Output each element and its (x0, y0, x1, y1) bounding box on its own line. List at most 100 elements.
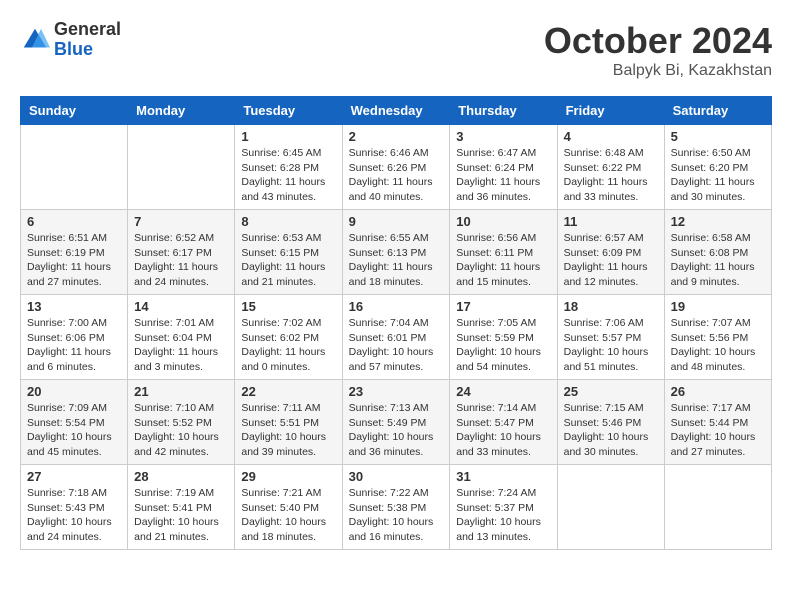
day-number: 17 (456, 299, 550, 314)
day-info: Sunrise: 7:06 AMSunset: 5:57 PMDaylight:… (564, 317, 649, 373)
calendar-week-row: 20 Sunrise: 7:09 AMSunset: 5:54 PMDaylig… (21, 380, 772, 465)
calendar-cell: 20 Sunrise: 7:09 AMSunset: 5:54 PMDaylig… (21, 380, 128, 465)
calendar-cell: 4 Sunrise: 6:48 AMSunset: 6:22 PMDayligh… (557, 125, 664, 210)
day-info: Sunrise: 6:48 AMSunset: 6:22 PMDaylight:… (564, 147, 648, 203)
day-number: 10 (456, 214, 550, 229)
calendar-cell: 5 Sunrise: 6:50 AMSunset: 6:20 PMDayligh… (664, 125, 771, 210)
calendar-cell: 1 Sunrise: 6:45 AMSunset: 6:28 PMDayligh… (235, 125, 342, 210)
calendar-cell: 28 Sunrise: 7:19 AMSunset: 5:41 PMDaylig… (128, 465, 235, 550)
day-number: 19 (671, 299, 765, 314)
day-number: 14 (134, 299, 228, 314)
day-number: 7 (134, 214, 228, 229)
day-info: Sunrise: 7:15 AMSunset: 5:46 PMDaylight:… (564, 402, 649, 458)
calendar-cell: 14 Sunrise: 7:01 AMSunset: 6:04 PMDaylig… (128, 295, 235, 380)
weekday-header: Saturday (664, 97, 771, 125)
calendar-cell (128, 125, 235, 210)
day-number: 28 (134, 469, 228, 484)
calendar-cell: 25 Sunrise: 7:15 AMSunset: 5:46 PMDaylig… (557, 380, 664, 465)
logo-text: General Blue (54, 20, 121, 60)
day-info: Sunrise: 7:09 AMSunset: 5:54 PMDaylight:… (27, 402, 112, 458)
location: Balpyk Bi, Kazakhstan (544, 62, 772, 80)
calendar-cell: 2 Sunrise: 6:46 AMSunset: 6:26 PMDayligh… (342, 125, 450, 210)
calendar-cell: 31 Sunrise: 7:24 AMSunset: 5:37 PMDaylig… (450, 465, 557, 550)
calendar-cell (664, 465, 771, 550)
weekday-header: Sunday (21, 97, 128, 125)
day-info: Sunrise: 7:21 AMSunset: 5:40 PMDaylight:… (241, 487, 326, 543)
day-number: 11 (564, 214, 658, 229)
calendar-cell: 22 Sunrise: 7:11 AMSunset: 5:51 PMDaylig… (235, 380, 342, 465)
calendar-cell: 11 Sunrise: 6:57 AMSunset: 6:09 PMDaylig… (557, 210, 664, 295)
calendar-cell (21, 125, 128, 210)
month-title: October 2024 (544, 20, 772, 62)
day-info: Sunrise: 6:51 AMSunset: 6:19 PMDaylight:… (27, 232, 111, 288)
header-row: SundayMondayTuesdayWednesdayThursdayFrid… (21, 97, 772, 125)
day-number: 15 (241, 299, 335, 314)
calendar-cell: 16 Sunrise: 7:04 AMSunset: 6:01 PMDaylig… (342, 295, 450, 380)
logo-blue: Blue (54, 40, 121, 60)
calendar-cell: 23 Sunrise: 7:13 AMSunset: 5:49 PMDaylig… (342, 380, 450, 465)
day-number: 18 (564, 299, 658, 314)
day-number: 2 (349, 129, 444, 144)
day-number: 3 (456, 129, 550, 144)
day-info: Sunrise: 6:47 AMSunset: 6:24 PMDaylight:… (456, 147, 540, 203)
day-number: 16 (349, 299, 444, 314)
calendar-cell: 6 Sunrise: 6:51 AMSunset: 6:19 PMDayligh… (21, 210, 128, 295)
calendar-cell: 8 Sunrise: 6:53 AMSunset: 6:15 PMDayligh… (235, 210, 342, 295)
day-info: Sunrise: 7:01 AMSunset: 6:04 PMDaylight:… (134, 317, 218, 373)
calendar-cell: 24 Sunrise: 7:14 AMSunset: 5:47 PMDaylig… (450, 380, 557, 465)
day-number: 4 (564, 129, 658, 144)
day-info: Sunrise: 7:00 AMSunset: 6:06 PMDaylight:… (27, 317, 111, 373)
day-number: 30 (349, 469, 444, 484)
day-info: Sunrise: 7:02 AMSunset: 6:02 PMDaylight:… (241, 317, 325, 373)
day-info: Sunrise: 7:13 AMSunset: 5:49 PMDaylight:… (349, 402, 434, 458)
weekday-header: Friday (557, 97, 664, 125)
weekday-header: Thursday (450, 97, 557, 125)
day-number: 21 (134, 384, 228, 399)
page-header: General Blue October 2024 Balpyk Bi, Kaz… (20, 20, 772, 80)
day-number: 23 (349, 384, 444, 399)
calendar-week-row: 27 Sunrise: 7:18 AMSunset: 5:43 PMDaylig… (21, 465, 772, 550)
day-info: Sunrise: 7:24 AMSunset: 5:37 PMDaylight:… (456, 487, 541, 543)
day-number: 13 (27, 299, 121, 314)
calendar-cell: 3 Sunrise: 6:47 AMSunset: 6:24 PMDayligh… (450, 125, 557, 210)
day-info: Sunrise: 6:52 AMSunset: 6:17 PMDaylight:… (134, 232, 218, 288)
day-info: Sunrise: 6:56 AMSunset: 6:11 PMDaylight:… (456, 232, 540, 288)
day-info: Sunrise: 7:05 AMSunset: 5:59 PMDaylight:… (456, 317, 541, 373)
calendar-cell: 18 Sunrise: 7:06 AMSunset: 5:57 PMDaylig… (557, 295, 664, 380)
calendar-cell: 21 Sunrise: 7:10 AMSunset: 5:52 PMDaylig… (128, 380, 235, 465)
calendar-cell: 30 Sunrise: 7:22 AMSunset: 5:38 PMDaylig… (342, 465, 450, 550)
day-info: Sunrise: 7:22 AMSunset: 5:38 PMDaylight:… (349, 487, 434, 543)
day-number: 25 (564, 384, 658, 399)
calendar-cell: 13 Sunrise: 7:00 AMSunset: 6:06 PMDaylig… (21, 295, 128, 380)
day-number: 31 (456, 469, 550, 484)
day-number: 12 (671, 214, 765, 229)
day-info: Sunrise: 6:45 AMSunset: 6:28 PMDaylight:… (241, 147, 325, 203)
calendar-cell: 29 Sunrise: 7:21 AMSunset: 5:40 PMDaylig… (235, 465, 342, 550)
calendar-cell: 27 Sunrise: 7:18 AMSunset: 5:43 PMDaylig… (21, 465, 128, 550)
day-info: Sunrise: 6:57 AMSunset: 6:09 PMDaylight:… (564, 232, 648, 288)
day-number: 9 (349, 214, 444, 229)
calendar-cell: 7 Sunrise: 6:52 AMSunset: 6:17 PMDayligh… (128, 210, 235, 295)
day-number: 24 (456, 384, 550, 399)
day-number: 6 (27, 214, 121, 229)
calendar-cell: 10 Sunrise: 6:56 AMSunset: 6:11 PMDaylig… (450, 210, 557, 295)
calendar-cell: 17 Sunrise: 7:05 AMSunset: 5:59 PMDaylig… (450, 295, 557, 380)
day-number: 22 (241, 384, 335, 399)
day-number: 27 (27, 469, 121, 484)
calendar-cell: 12 Sunrise: 6:58 AMSunset: 6:08 PMDaylig… (664, 210, 771, 295)
day-info: Sunrise: 7:14 AMSunset: 5:47 PMDaylight:… (456, 402, 541, 458)
day-number: 29 (241, 469, 335, 484)
calendar-week-row: 6 Sunrise: 6:51 AMSunset: 6:19 PMDayligh… (21, 210, 772, 295)
day-info: Sunrise: 6:55 AMSunset: 6:13 PMDaylight:… (349, 232, 433, 288)
title-block: October 2024 Balpyk Bi, Kazakhstan (544, 20, 772, 80)
calendar-cell: 26 Sunrise: 7:17 AMSunset: 5:44 PMDaylig… (664, 380, 771, 465)
calendar-cell: 9 Sunrise: 6:55 AMSunset: 6:13 PMDayligh… (342, 210, 450, 295)
day-number: 26 (671, 384, 765, 399)
weekday-header: Wednesday (342, 97, 450, 125)
day-info: Sunrise: 7:04 AMSunset: 6:01 PMDaylight:… (349, 317, 434, 373)
day-info: Sunrise: 6:50 AMSunset: 6:20 PMDaylight:… (671, 147, 755, 203)
day-info: Sunrise: 6:46 AMSunset: 6:26 PMDaylight:… (349, 147, 433, 203)
day-info: Sunrise: 7:17 AMSunset: 5:44 PMDaylight:… (671, 402, 756, 458)
day-number: 5 (671, 129, 765, 144)
logo-icon (20, 25, 50, 55)
